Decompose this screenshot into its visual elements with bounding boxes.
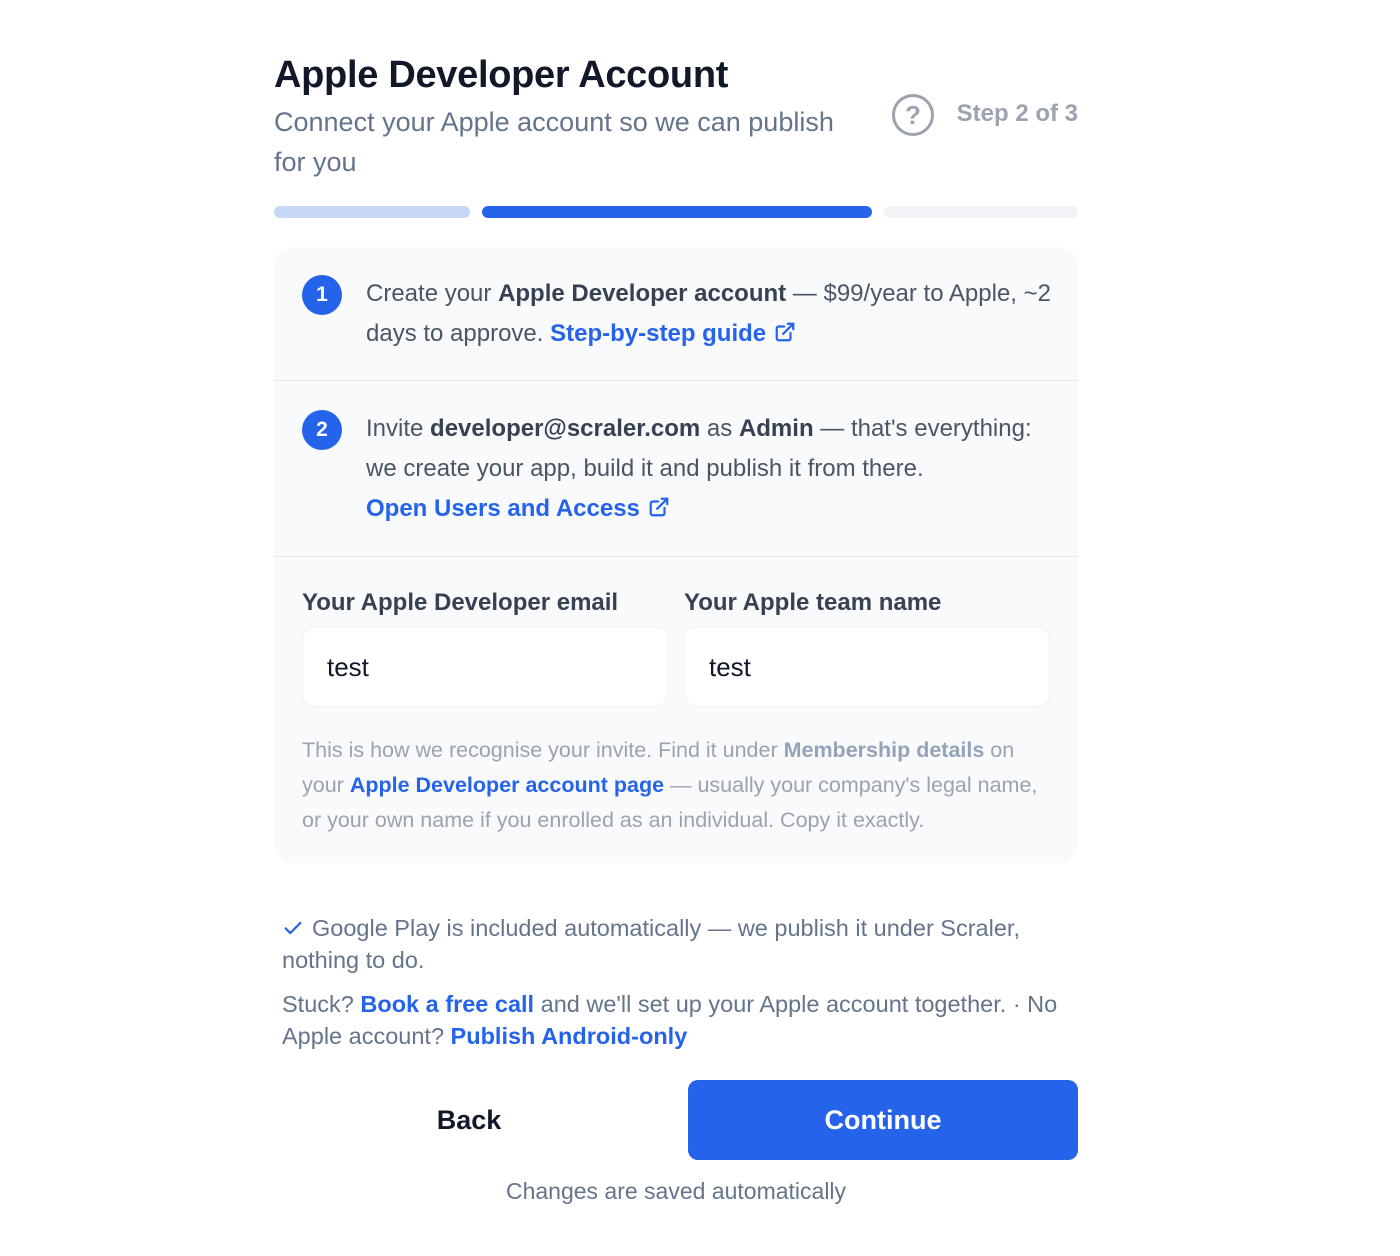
text-segment: Invite	[366, 415, 431, 442]
apple-team-name-input[interactable]	[684, 627, 1050, 707]
text-segment: This is how we recognise your invite. Fi…	[302, 738, 784, 762]
open-users-and-access-link[interactable]: Open Users and Access	[366, 495, 670, 522]
invite-role: Admin	[738, 415, 814, 442]
instruction-text: Invite developer@scraler.com as Admin — …	[366, 409, 1054, 529]
apple-developer-email-input[interactable]	[302, 627, 668, 707]
continue-button[interactable]: Continue	[688, 1080, 1078, 1160]
autosave-status: Changes are saved automatically	[505, 1178, 847, 1204]
team-name-field-label: Your Apple team name	[684, 589, 942, 616]
check-icon	[284, 921, 302, 935]
page-header: Apple Developer Account Connect your App…	[274, 50, 1078, 190]
help-note: Stuck? Book a free call and we'll set up…	[282, 988, 1072, 1052]
instruction-step-1: 1 Create your Apple Developer account — …	[274, 247, 1078, 381]
progress-segment-3	[884, 206, 1078, 218]
step-progress-bar	[274, 206, 1078, 218]
publish-android-only-link[interactable]: Publish Android-only	[451, 1023, 688, 1049]
text-segment: Create your	[366, 280, 499, 307]
step-number-badge: 2	[302, 410, 342, 450]
page-subtitle: Connect your Apple account so we can pub…	[274, 107, 834, 177]
apple-developer-account-page-link[interactable]: Apple Developer account page	[350, 773, 664, 797]
apple-developer-step: Apple Developer Account Connect your App…	[274, 50, 1078, 1204]
instruction-text: Create your Apple Developer account — $9…	[366, 274, 1054, 354]
text-segment: Stuck?	[282, 991, 361, 1017]
progress-segment-1	[274, 206, 470, 218]
external-link-icon	[775, 322, 795, 342]
instructions-card: 1 Create your Apple Developer account — …	[274, 247, 1078, 863]
instruction-step-2: 2 Invite developer@scraler.com as Admin …	[274, 381, 1078, 557]
invite-email: developer@scraler.com	[430, 415, 701, 442]
question-circle-icon[interactable]: ?	[892, 94, 934, 136]
book-free-call-link[interactable]: Book a free call	[360, 991, 534, 1017]
account-emphasis: Apple Developer account	[498, 280, 787, 307]
email-field-label: Your Apple Developer email	[302, 589, 619, 616]
link-label: Step-by-step guide	[550, 320, 767, 347]
external-link-icon	[649, 497, 669, 517]
progress-segment-2	[482, 206, 872, 218]
google-play-text: Google Play is included automatically — …	[282, 915, 1020, 973]
team-name-hint: This is how we recognise your invite. Fi…	[302, 733, 1052, 838]
google-play-note: Google Play is included automatically — …	[282, 912, 1072, 976]
membership-details-emphasis: Membership details	[783, 738, 985, 762]
back-button[interactable]: Back	[274, 1080, 664, 1160]
text-segment: as	[700, 415, 739, 442]
step-number-badge: 1	[302, 275, 342, 315]
page-title: Apple Developer Account	[274, 54, 729, 96]
link-label: Open Users and Access	[366, 495, 640, 522]
step-indicator: Step 2 of 3	[956, 100, 1078, 127]
step-by-step-guide-link[interactable]: Step-by-step guide	[550, 320, 796, 347]
